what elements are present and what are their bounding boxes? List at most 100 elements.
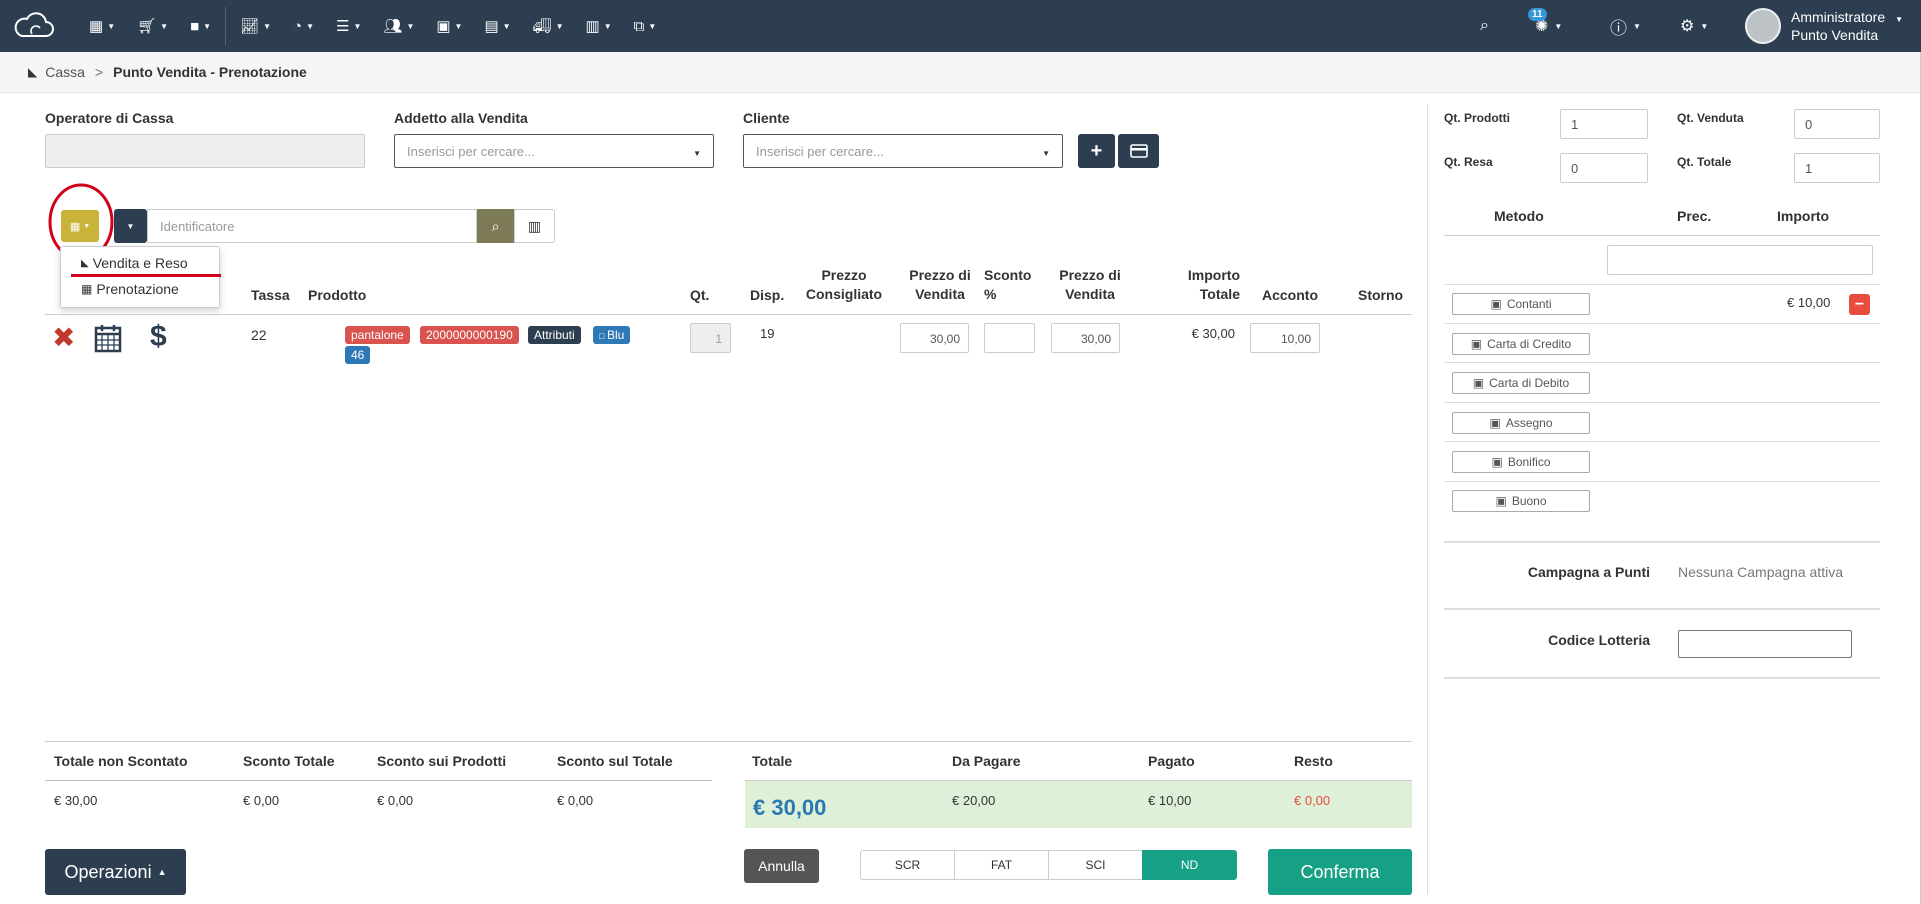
cart-icon: 🛒︎ — [137, 18, 157, 35]
method-carta-credito-button[interactable]: ▣ Carta di Credito — [1452, 333, 1590, 355]
search-button[interactable]: ⌕ — [477, 209, 514, 243]
breadcrumb-cassa[interactable]: Cassa — [45, 64, 85, 80]
nav-copy[interactable]: ⧉ ▼ — [623, 0, 668, 52]
user-menu[interactable]: Amministratore Punto Vendita ▼ — [1745, 8, 1903, 44]
mode-dropdown-menu: ◣ Vendita e Reso ▦ Prenotazione — [60, 246, 221, 308]
menu-item-vendita-reso[interactable]: ◣ Vendita e Reso — [81, 255, 188, 271]
add-client-button[interactable]: + — [1078, 134, 1115, 168]
chevron-down-icon: ▼ — [263, 21, 272, 31]
chart-icon: 📈︎ — [240, 18, 260, 35]
acconto-input[interactable]: 10,00 — [1250, 323, 1320, 353]
truck-icon: 🚚︎ — [532, 18, 552, 35]
th-line: Prezzo di — [909, 267, 971, 283]
nav-reports[interactable]: 📈︎ ▼ — [229, 0, 282, 52]
method-bonifico-button[interactable]: ▣ Bonifico — [1452, 451, 1590, 473]
notification-badge: 11 — [1528, 8, 1547, 21]
tag-size: 46 — [345, 346, 371, 364]
lotteria-label: Codice Lotteria — [1548, 632, 1650, 648]
nav-list[interactable]: ☰ ▼ — [325, 0, 372, 52]
qt-prodotti-label: Qt. Prodotti — [1444, 111, 1510, 125]
qt-venduta-field: 0 — [1794, 109, 1880, 139]
sum-totale-label: Totale — [752, 753, 793, 769]
row-divider — [1444, 323, 1880, 324]
nav-dashboard[interactable]: ▦ ▼ — [78, 0, 126, 52]
operatore-field — [45, 134, 365, 168]
minus-icon: − — [1854, 295, 1865, 313]
operatore-label: Operatore di Cassa — [45, 110, 174, 126]
method-contanti-button[interactable]: ▣ Contanti — [1452, 293, 1590, 315]
money-icon: ▣ — [1472, 376, 1485, 390]
nav-gauge[interactable]: ◔ ▼ — [282, 0, 325, 52]
identifier-type-dropdown[interactable]: ▼ — [114, 209, 147, 243]
segment-nd[interactable]: ND — [1142, 850, 1237, 880]
settings-button[interactable]: ⚙︎ ▼ — [1680, 0, 1708, 52]
help-button[interactable]: ⓘ ▼ — [1610, 0, 1641, 52]
nav-cart[interactable]: 🛒︎ ▼ — [126, 0, 179, 52]
nav-briefcase[interactable]: ■ ▼ — [179, 0, 222, 52]
nav-users[interactable]: 👥︎ ▼ — [372, 0, 425, 52]
method-label: Contanti — [1506, 297, 1552, 311]
th-prezzo-consigliato: Prezzo Consigliato — [800, 266, 888, 304]
client-card-button[interactable] — [1118, 134, 1159, 168]
prezzo-vendita-input[interactable]: 30,00 — [900, 323, 969, 353]
conferma-button[interactable]: Conferma — [1268, 849, 1412, 895]
addetto-placeholder: Inserisci per cercare... — [407, 144, 535, 159]
operazioni-button[interactable]: Operazioni ▲ — [45, 849, 186, 895]
cliente-select[interactable]: Inserisci per cercare... ▼ — [743, 134, 1063, 168]
chevron-down-icon: ▼ — [160, 21, 169, 31]
nav-divider — [225, 7, 227, 45]
identificatore-input[interactable]: Identificatore — [147, 209, 477, 243]
caret-down-icon: ▼ — [693, 149, 701, 158]
breadcrumb-separator: > — [94, 64, 104, 80]
prezzo-vendita-2-input[interactable]: 30,00 — [1051, 323, 1120, 353]
method-buono-button[interactable]: ▣ Buono — [1452, 490, 1590, 512]
sum-pagato-label: Pagato — [1148, 753, 1195, 769]
dollar-icon[interactable]: $ — [150, 320, 167, 354]
delete-row-icon[interactable]: ✖ — [52, 324, 75, 352]
row-importo: € 30,00 — [1191, 326, 1235, 341]
sum-pagato: € 10,00 — [1148, 793, 1192, 808]
segment-scr[interactable]: SCR — [860, 850, 955, 880]
row-divider — [1444, 481, 1880, 482]
nav-barcode[interactable]: ▥ ▼ — [575, 0, 623, 52]
qt-input[interactable]: 1 — [690, 323, 731, 353]
sconto-input[interactable] — [984, 323, 1035, 353]
th-line: Totale — [1199, 286, 1240, 302]
gauge-icon: ◔ — [293, 17, 303, 35]
summary-top-divider — [45, 741, 1412, 742]
th-line: % — [984, 286, 997, 302]
section-divider — [1444, 608, 1880, 610]
search-icon[interactable]: ⌕ — [1480, 0, 1489, 52]
sum-totale-non-scontato-label: Totale non Scontato — [54, 753, 188, 769]
method-carta-debito-button[interactable]: ▣ Carta di Debito — [1452, 372, 1590, 394]
th-line: Vendita — [915, 286, 965, 302]
section-divider — [1444, 541, 1880, 543]
nav-money[interactable]: ▣ ▼ — [425, 0, 473, 52]
chevron-down-icon: ▼ — [648, 21, 657, 31]
cloud-logo-icon[interactable] — [12, 12, 54, 40]
row-divider — [1444, 441, 1880, 442]
method-assegno-button[interactable]: ▣ Assegno — [1452, 412, 1590, 434]
panel-divider — [1427, 104, 1428, 894]
money-icon: ▣ — [1495, 494, 1507, 508]
barcode-scan-button[interactable]: ▥ — [514, 209, 555, 243]
breadcrumb: ◣ Cassa > Punto Vendita - Prenotazione — [0, 52, 1921, 93]
table-header-divider — [45, 314, 1412, 315]
th-importo-totale: Importo Totale — [1160, 266, 1240, 304]
calendar-icon[interactable] — [94, 323, 122, 353]
addetto-select[interactable]: Inserisci per cercare... ▼ — [394, 134, 714, 168]
barcode-scan-icon: ▥ — [527, 217, 542, 234]
page-title: Punto Vendita - Prenotazione — [113, 64, 307, 80]
segment-fat[interactable]: FAT — [954, 850, 1049, 880]
menu-item-prenotazione[interactable]: ▦ Prenotazione — [81, 281, 179, 297]
remove-payment-button[interactable]: − — [1849, 294, 1870, 315]
sum-da-pagare-label: Da Pagare — [952, 753, 1021, 769]
annulla-button[interactable]: Annulla — [744, 849, 819, 883]
methods-filter-input[interactable] — [1607, 245, 1873, 275]
segment-sci[interactable]: SCI — [1048, 850, 1143, 880]
lotteria-input[interactable] — [1678, 630, 1852, 658]
nav-shipping[interactable]: 🚚︎ ▼ — [522, 0, 575, 52]
money-icon: ▣ — [1470, 337, 1483, 351]
nav-documents[interactable]: ▤ ▼ — [473, 0, 521, 52]
square-icon: □ — [599, 331, 607, 341]
